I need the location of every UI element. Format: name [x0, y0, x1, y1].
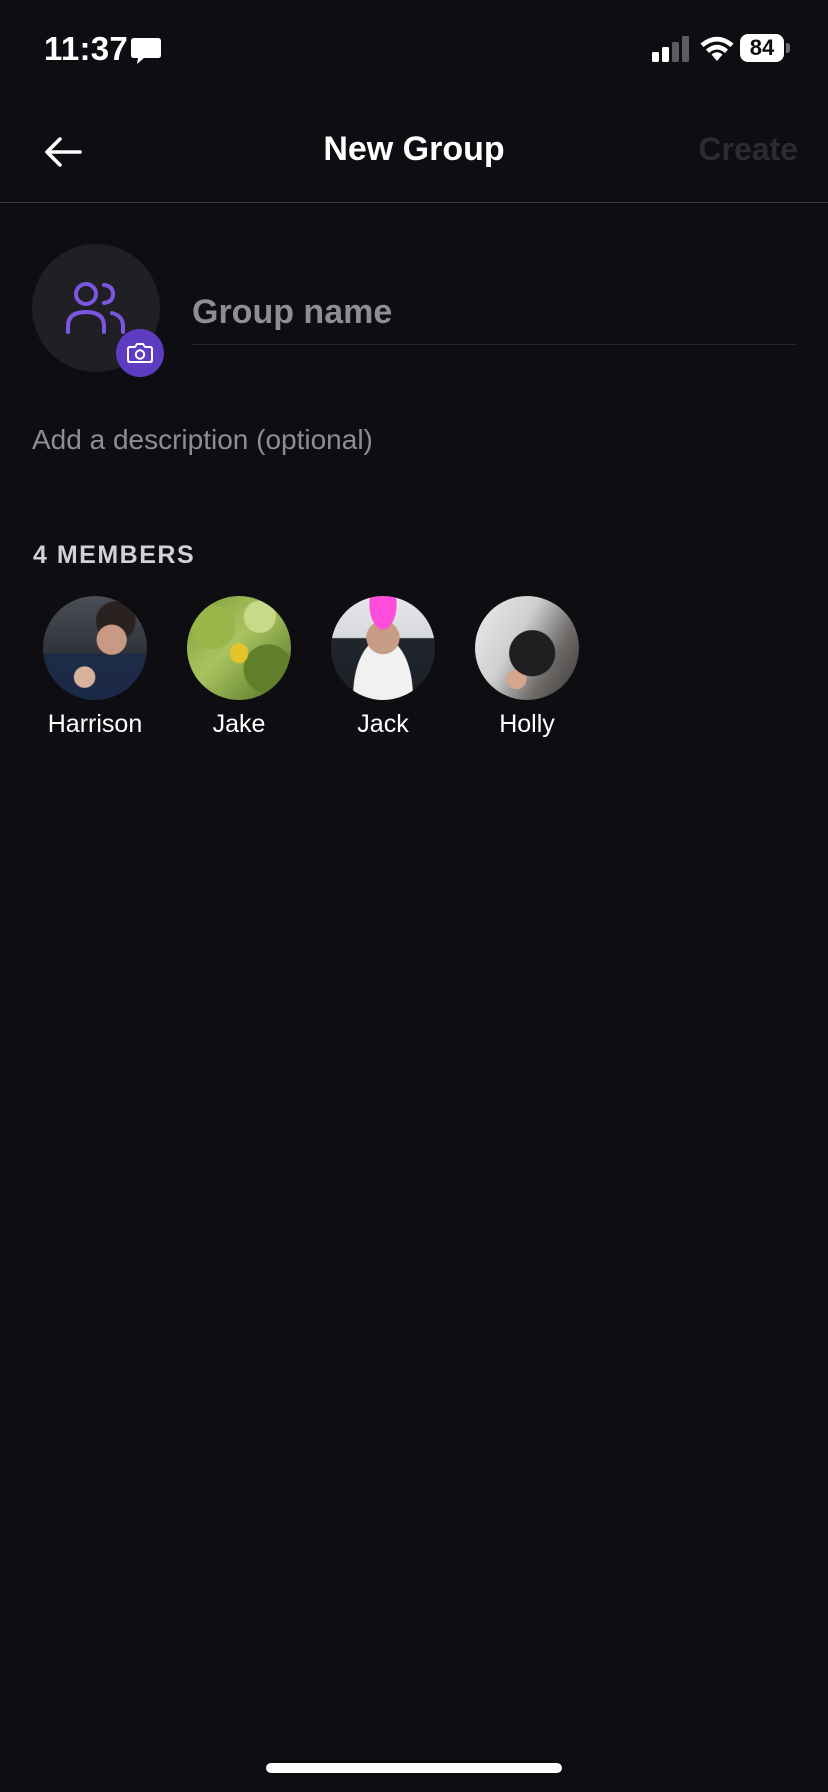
- wifi-icon: [700, 36, 734, 61]
- battery-cap: [786, 43, 790, 53]
- nav-bar: New Group Create: [0, 100, 828, 203]
- member-jack[interactable]: Jack: [311, 594, 455, 744]
- member-holly[interactable]: Holly: [455, 594, 599, 744]
- members-list: Harrison Jake Jack Holly: [0, 594, 828, 744]
- status-bar: 11:37 84: [0, 0, 828, 100]
- status-time: 11:37: [44, 30, 129, 67]
- camera-icon: [127, 343, 153, 363]
- battery-level: 84: [740, 34, 784, 62]
- camera-button[interactable]: [116, 329, 164, 377]
- avatar: [187, 596, 291, 700]
- members-heading: 4 MEMBERS: [33, 541, 196, 569]
- avatar: [331, 596, 435, 700]
- home-indicator[interactable]: [266, 1763, 562, 1773]
- description-input[interactable]: [32, 418, 792, 462]
- avatar: [475, 596, 579, 700]
- member-name: Holly: [499, 710, 555, 738]
- member-name: Jack: [357, 710, 409, 738]
- member-harrison[interactable]: Harrison: [23, 594, 167, 744]
- group-name-input[interactable]: [192, 280, 796, 345]
- people-icon: [66, 282, 125, 334]
- member-name: Harrison: [47, 710, 143, 738]
- create-button[interactable]: Create: [698, 131, 798, 168]
- avatar: [43, 596, 147, 700]
- battery-icon: 84: [740, 34, 790, 64]
- member-name: Jake: [212, 710, 266, 738]
- signal-icon: [652, 36, 689, 62]
- message-icon: [131, 38, 161, 64]
- member-jake[interactable]: Jake: [167, 594, 311, 744]
